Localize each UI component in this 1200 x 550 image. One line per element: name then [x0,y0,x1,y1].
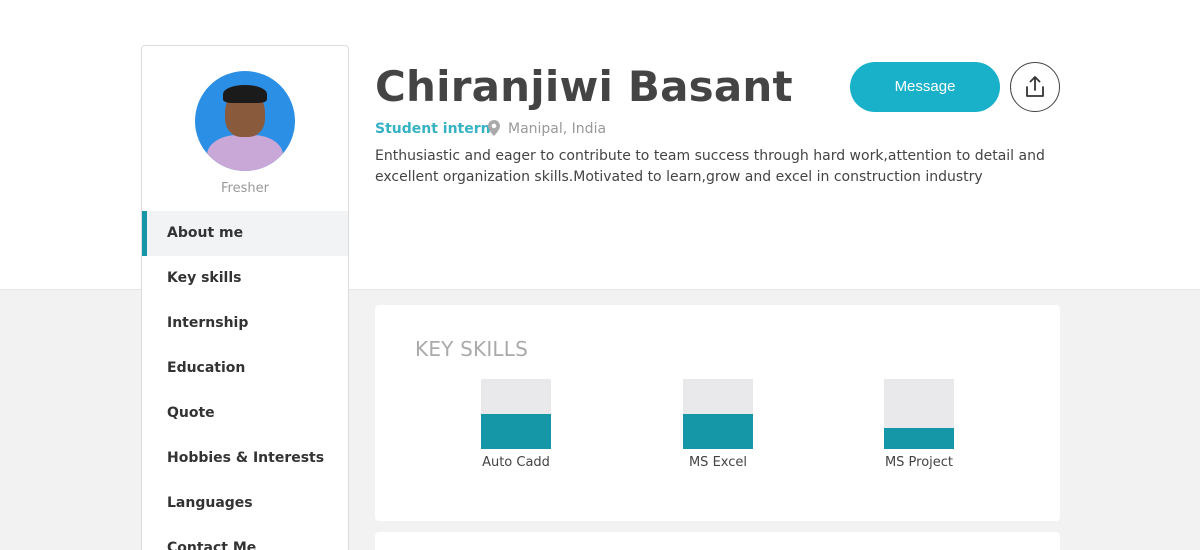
profile-location: Manipal, India [508,121,607,137]
key-skills-title: KEY SKILLS [415,337,529,361]
profile-bio: Enthusiastic and eager to contribute to … [375,148,1045,185]
skill-meter-fill [884,428,954,449]
share-icon [1026,76,1044,97]
sidebar-item-languages[interactable]: Languages [142,481,348,526]
skill-label: MS Project [884,455,954,470]
sidebar-item-contact-me[interactable]: Contact Me [142,526,348,550]
skill-meter-fill [481,414,551,449]
sidebar-item-internship[interactable]: Internship [142,301,348,346]
skill-meter [481,379,551,449]
skill-item: MS Project [859,379,979,470]
sidebar-nav: About me Key skills Internship Education… [142,211,348,550]
sidebar-item-education[interactable]: Education [142,346,348,391]
skill-label: Auto Cadd [482,455,550,470]
key-skills-card: KEY SKILLS Auto Cadd MS Excel MS Project [375,305,1060,521]
sidebar-item-key-skills[interactable]: Key skills [142,256,348,301]
location-pin-icon [488,120,500,136]
profile-role: Student intern [375,121,491,137]
skill-item: MS Excel [658,379,778,470]
skill-meter [884,379,954,449]
message-button[interactable]: Message [850,62,1000,112]
skill-label: MS Excel [688,455,748,470]
sidebar-item-about-me[interactable]: About me [142,211,348,256]
sidebar-item-hobbies[interactable]: Hobbies & Interests [142,436,348,481]
sidebar-item-quote[interactable]: Quote [142,391,348,436]
skill-meter-fill [683,414,753,449]
next-section-card [375,532,1060,550]
profile-sidebar: Fresher About me Key skills Internship E… [141,45,349,550]
skill-item: Auto Cadd [456,379,576,470]
avatar [195,71,295,171]
profile-name: Chiranjiwi Basant [375,62,793,111]
skill-meter [683,379,753,449]
share-button[interactable] [1010,62,1060,112]
status-label: Fresher [221,181,269,196]
